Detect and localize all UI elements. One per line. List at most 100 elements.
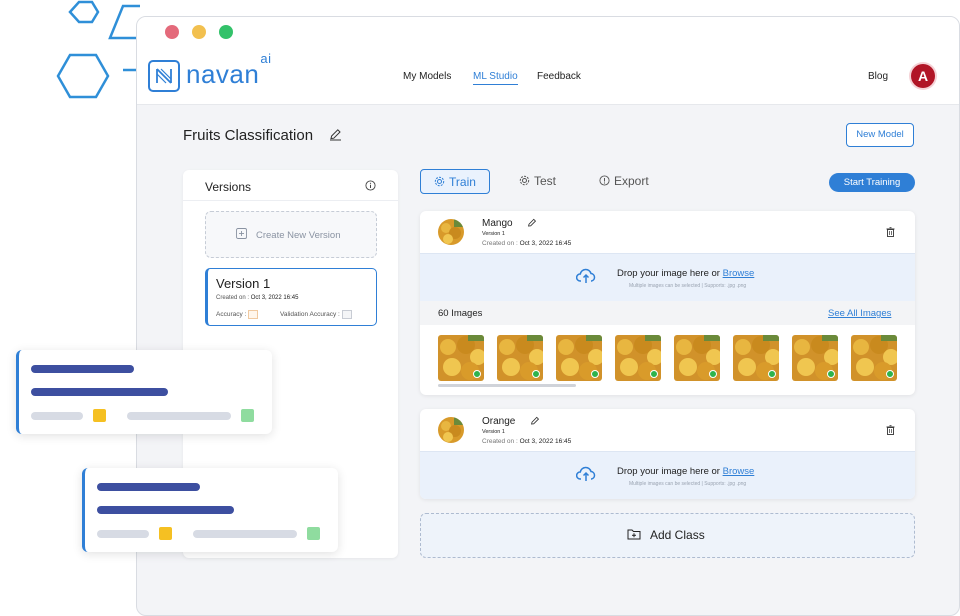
class-card-mango: Mango Version 1 Created on : Oct 3, 2022… (420, 211, 915, 395)
check-badge (768, 370, 776, 378)
tab-export-label: Export (614, 174, 649, 188)
class-version: Version 1 (482, 231, 505, 237)
skeleton-bar (31, 412, 83, 420)
check-badge (650, 370, 658, 378)
skeleton-bar (31, 388, 168, 396)
decorative-card-1 (16, 350, 272, 434)
skeleton-bar (97, 483, 200, 491)
brand-sup: ai (260, 51, 272, 67)
trash-icon[interactable] (886, 425, 895, 435)
class-created-value: Oct 3, 2022 16:45 (519, 438, 572, 445)
versions-divider (183, 200, 398, 201)
info-icon[interactable] (365, 180, 376, 191)
minimize-window-dot[interactable] (192, 25, 206, 39)
create-new-version-button[interactable]: Create New Version (205, 211, 377, 258)
window-titlebar (137, 17, 959, 47)
class-created-label: Created on : (482, 438, 518, 445)
class-created: Created on : Oct 3, 2022 16:45 (482, 240, 571, 247)
nav-feedback[interactable]: Feedback (537, 71, 581, 82)
version-accuracy: Accuracy : (216, 310, 259, 319)
green-square (307, 527, 320, 540)
gear-icon (434, 177, 445, 187)
start-training-button[interactable]: Start Training (829, 173, 915, 192)
edit-icon[interactable] (329, 128, 342, 141)
dropzone-hint: Multiple images can be selected | Suppor… (629, 283, 747, 289)
hexagon-small (68, 0, 100, 24)
version-name: Version 1 (216, 276, 271, 291)
version-validation-accuracy: Validation Accuracy : (280, 310, 352, 319)
image-dropzone[interactable]: Drop your image here or Browse Multiple … (420, 451, 915, 499)
class-thumbnail (438, 417, 464, 443)
version-card[interactable]: Version 1 Created on : Oct 3, 2022 16:45… (205, 268, 377, 326)
check-badge (473, 370, 481, 378)
class-card-orange: Orange Version 1 Created on : Oct 3, 202… (420, 409, 915, 499)
mango-image-thumbnail[interactable] (615, 335, 661, 381)
hexagon-decoration (56, 0, 140, 99)
mango-image-thumbnail[interactable] (792, 335, 838, 381)
export-icon (599, 175, 610, 186)
version-created-label: Created on : (216, 295, 250, 301)
brand-logo[interactable]: navanai (186, 51, 271, 90)
add-class-button[interactable]: Add Class (420, 513, 915, 558)
edit-icon[interactable] (530, 416, 540, 426)
skeleton-bar (31, 365, 134, 373)
tab-train[interactable]: Train (420, 169, 490, 194)
close-window-dot[interactable] (165, 25, 179, 39)
add-class-label: Add Class (650, 528, 705, 542)
class-name: Mango (482, 218, 513, 229)
tab-train-label: Train (449, 175, 476, 189)
settings-icon (519, 176, 530, 186)
see-all-images-link[interactable]: See All Images (828, 308, 891, 319)
class-created-value: Oct 3, 2022 16:45 (519, 240, 572, 247)
mango-image-thumbnail[interactable] (733, 335, 779, 381)
skeleton-bar (97, 530, 149, 538)
version-created-value: Oct 3, 2022 16:45 (250, 295, 299, 301)
mango-image-thumbnail[interactable] (438, 335, 484, 381)
class-created: Created on : Oct 3, 2022 16:45 (482, 438, 571, 445)
nav-ml-studio[interactable]: ML Studio (473, 71, 518, 85)
images-header: 60 Images See All Images (420, 301, 915, 325)
skeleton-bar (127, 412, 231, 420)
user-avatar[interactable]: A (911, 64, 935, 88)
trash-icon[interactable] (886, 227, 895, 237)
mango-image-thumbnail[interactable] (851, 335, 897, 381)
create-new-version-label: Create New Version (256, 230, 341, 241)
drop-prompt: Drop your image here or (617, 268, 720, 279)
dropzone-hint: Multiple images can be selected | Suppor… (629, 481, 747, 487)
check-badge (591, 370, 599, 378)
gallery-scrollbar[interactable] (438, 384, 576, 387)
green-square (241, 409, 254, 422)
yellow-square (159, 527, 172, 540)
edit-icon[interactable] (527, 218, 537, 228)
browse-link[interactable]: Browse (723, 268, 755, 279)
logo-icon[interactable] (148, 60, 180, 92)
nav-my-models[interactable]: My Models (403, 71, 451, 82)
tab-export[interactable]: Export (599, 169, 649, 194)
mango-image-thumbnail[interactable] (497, 335, 543, 381)
image-dropzone[interactable]: Drop your image here or Browse Multiple … (420, 253, 915, 301)
tab-test[interactable]: Test (519, 169, 556, 194)
skeleton-bar (97, 506, 234, 514)
brand-name: navan (186, 59, 260, 89)
drop-prompt: Drop your image here or (617, 466, 720, 477)
check-badge (886, 370, 894, 378)
new-model-button[interactable]: New Model (846, 123, 914, 147)
image-count: 60 Images (438, 308, 483, 319)
validation-accuracy-value-chip (341, 310, 352, 319)
nav-blog[interactable]: Blog (868, 71, 888, 82)
browse-link[interactable]: Browse (723, 466, 755, 477)
versions-title: Versions (205, 180, 252, 194)
check-badge (532, 370, 540, 378)
cloud-upload-icon (576, 466, 596, 481)
mango-image-thumbnail[interactable] (674, 335, 720, 381)
mango-image-thumbnail[interactable] (556, 335, 602, 381)
validation-accuracy-label: Validation Accuracy : (280, 311, 340, 319)
maximize-window-dot[interactable] (219, 25, 233, 39)
check-badge (709, 370, 717, 378)
accuracy-label: Accuracy : (216, 311, 247, 319)
class-created-label: Created on : (482, 240, 518, 247)
yellow-square (93, 409, 106, 422)
plus-square-icon (236, 228, 247, 239)
accuracy-value-chip (248, 310, 259, 319)
cloud-upload-icon (576, 268, 596, 283)
